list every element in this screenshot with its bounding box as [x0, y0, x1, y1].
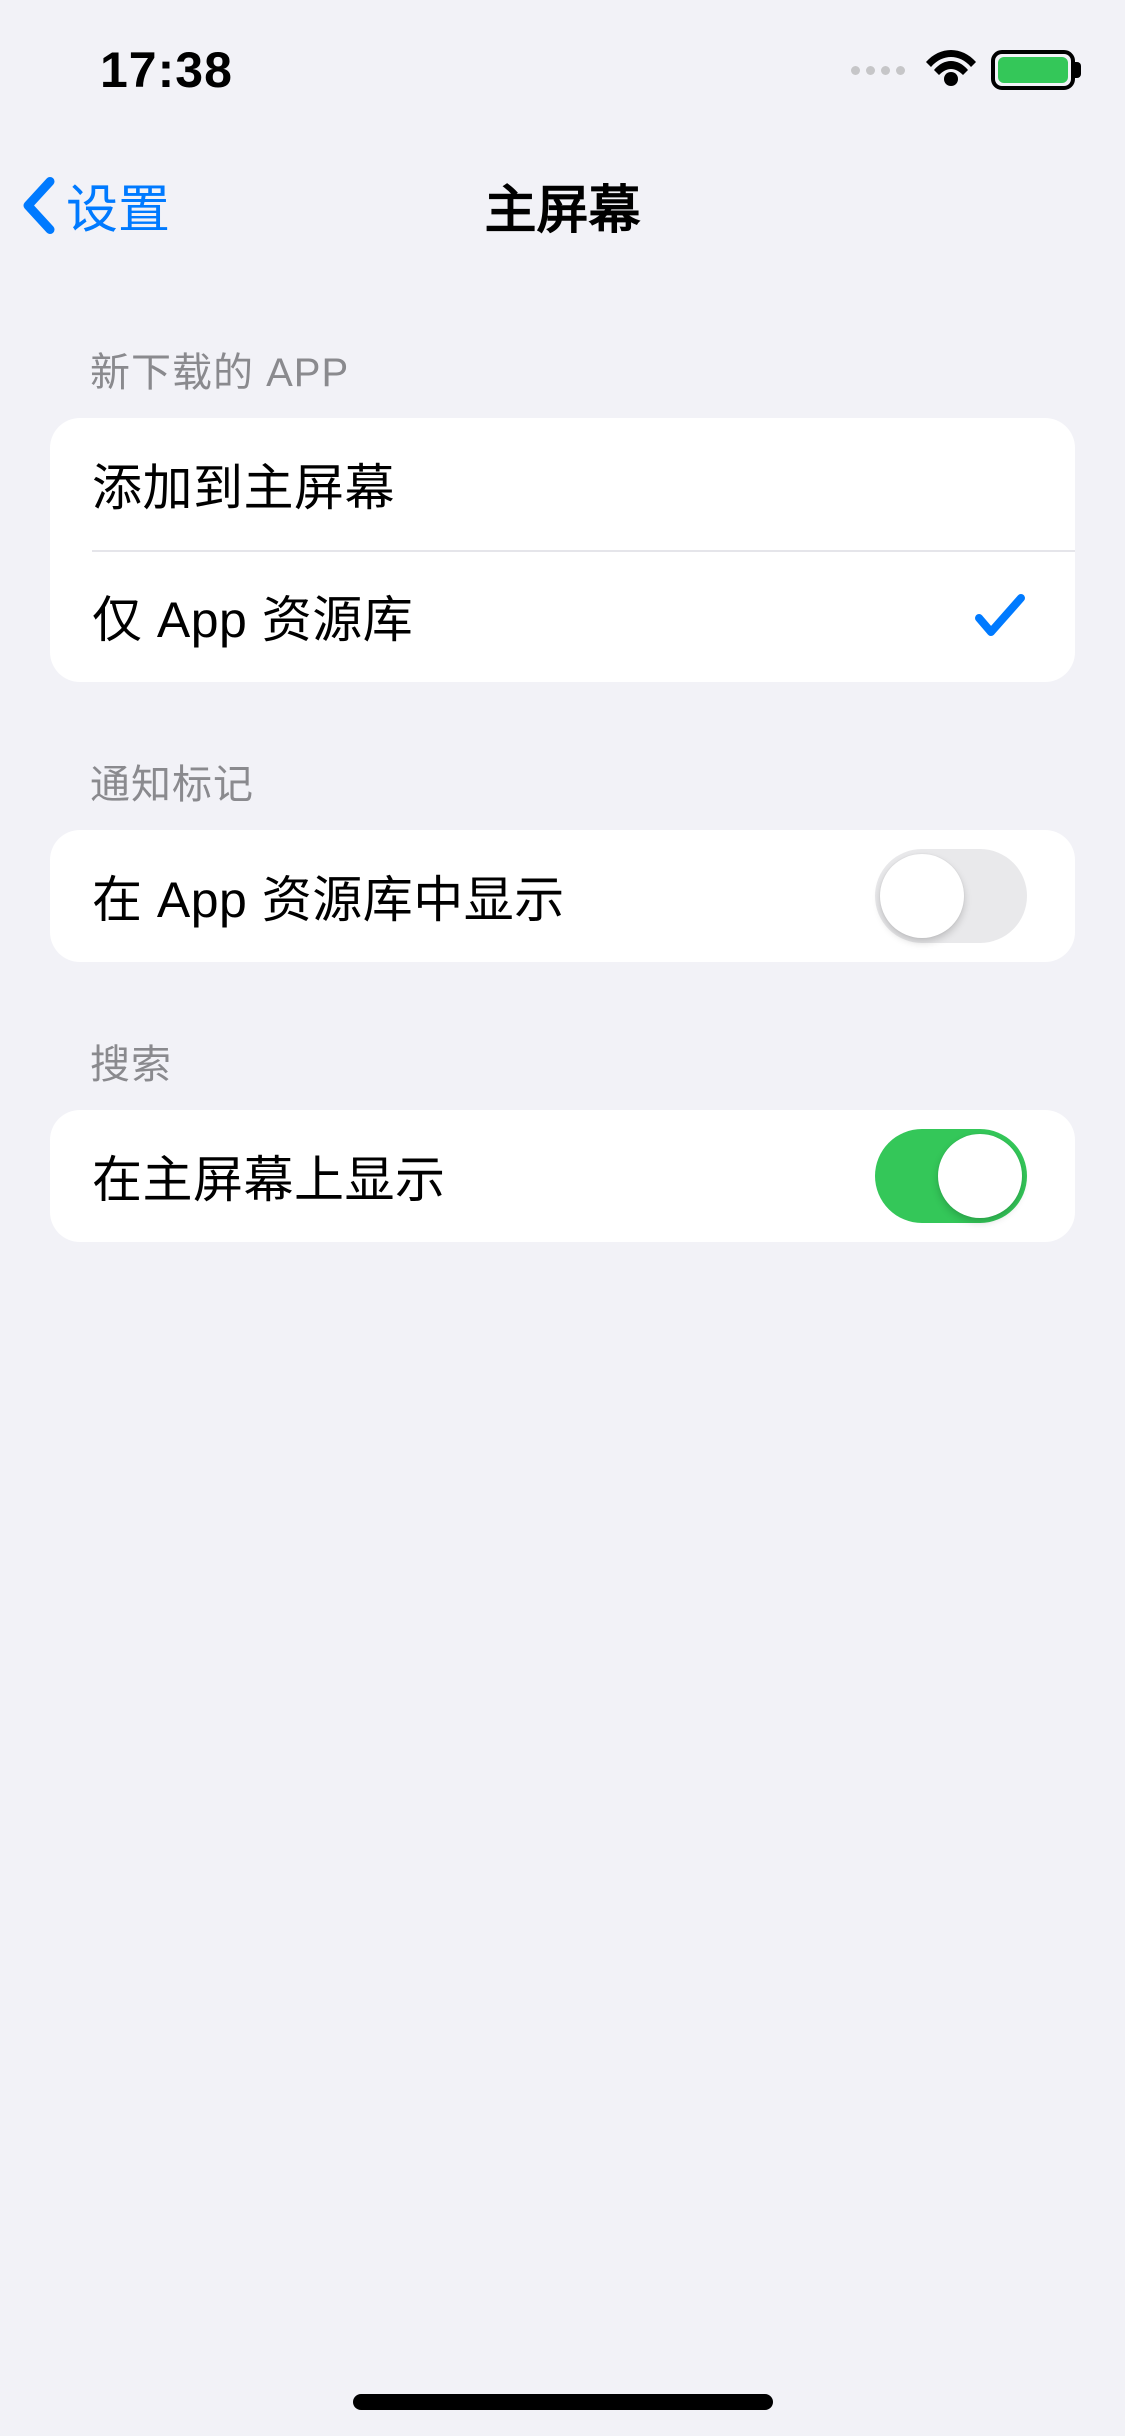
- checkmark-icon: [973, 592, 1027, 640]
- chevron-left-icon: [20, 175, 60, 235]
- wifi-icon: [925, 50, 977, 90]
- status-right: [851, 50, 1075, 90]
- status-time: 17:38: [100, 41, 233, 99]
- home-indicator: [353, 2394, 773, 2410]
- option-label: 添加到主屏幕: [92, 448, 395, 520]
- toggle-show-in-app-library[interactable]: [875, 849, 1027, 943]
- section-header-new-apps: 新下载的 APP: [50, 270, 1075, 418]
- section-header-search: 搜索: [50, 962, 1075, 1110]
- row-label: 在 App 资源库中显示: [92, 860, 565, 932]
- row-label: 在主屏幕上显示: [92, 1140, 446, 1212]
- page-title: 主屏幕: [484, 168, 640, 243]
- group-badges: 在 App 资源库中显示: [50, 830, 1075, 962]
- toggle-show-on-home[interactable]: [875, 1129, 1027, 1223]
- section-header-badges: 通知标记: [50, 682, 1075, 830]
- group-new-apps: 添加到主屏幕 仅 App 资源库: [50, 418, 1075, 682]
- back-label: 设置: [66, 168, 170, 243]
- row-show-on-home: 在主屏幕上显示: [50, 1110, 1075, 1242]
- option-app-library-only[interactable]: 仅 App 资源库: [50, 550, 1075, 682]
- nav-bar: 设置 主屏幕: [0, 140, 1125, 270]
- battery-icon: [991, 50, 1075, 90]
- group-search: 在主屏幕上显示: [50, 1110, 1075, 1242]
- cellular-signal-icon: [851, 66, 905, 75]
- option-label: 仅 App 资源库: [92, 580, 413, 652]
- row-show-in-app-library: 在 App 资源库中显示: [50, 830, 1075, 962]
- option-add-to-home[interactable]: 添加到主屏幕: [50, 418, 1075, 550]
- back-button[interactable]: 设置: [20, 168, 170, 243]
- status-bar: 17:38: [0, 0, 1125, 140]
